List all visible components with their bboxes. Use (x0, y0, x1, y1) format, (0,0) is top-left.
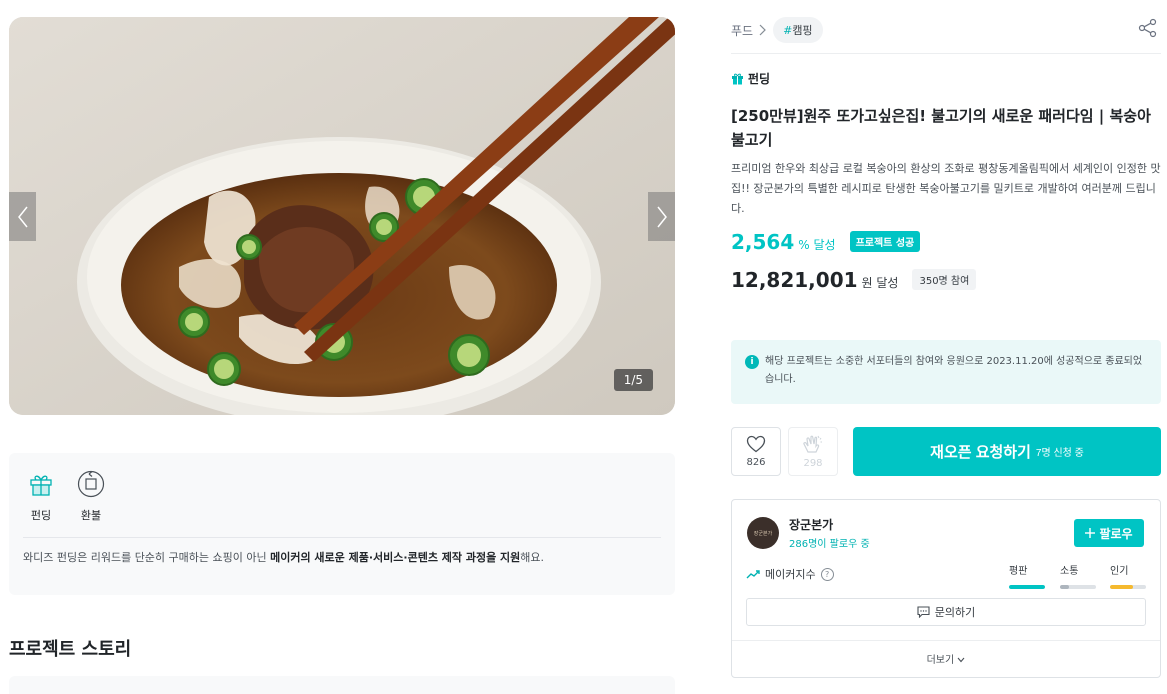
gallery-next-button[interactable] (648, 192, 675, 241)
chevron-right-icon (759, 24, 766, 36)
amount-unit: 원 달성 (861, 276, 899, 290)
metric-reputation: 평판 (1009, 562, 1045, 589)
metric-fill (1009, 585, 1045, 589)
chevron-left-icon (17, 206, 28, 227)
metric-fill (1060, 585, 1069, 589)
refund-info-item[interactable]: 환불 (74, 469, 108, 523)
info-icon: i (745, 355, 759, 369)
product-photo (9, 17, 675, 415)
funding-info-label: 펀딩 (30, 509, 52, 522)
project-title: [250만뷰]원주 또가고싶은집! 불고기의 새로운 패러다임 | 복숭아불고기 (731, 107, 1151, 149)
heart-icon (746, 435, 766, 453)
project-description: 프리미엄 한우와 최상급 로컬 복숭아의 환상의 조화로 평창동계올림픽에서 세… (731, 162, 1161, 215)
breadcrumb: 푸드 #캠핑 (731, 17, 823, 43)
share-icon[interactable] (1138, 18, 1158, 42)
like-button[interactable]: 826 (731, 427, 781, 476)
follow-label: 팔로우 (1099, 526, 1133, 541)
rate-value: 2,564 (731, 230, 795, 254)
rate-unit: % 달성 (798, 238, 836, 252)
card-divider (732, 640, 1160, 641)
refund-info-label: 환불 (80, 509, 102, 522)
achieved-amount: 12,821,001 원 달성 350명 참여 (731, 268, 977, 293)
top-divider (731, 53, 1161, 54)
notice-text: 해당 프로젝트는 소중한 서포터들의 참여와 응원으로 2023.11.20에 … (765, 356, 1143, 385)
like-count: 826 (746, 457, 766, 468)
funding-info-text: 와디즈 펀딩은 리워드를 단순히 구매하는 쇼핑이 아닌 메이커의 새로운 제품… (23, 549, 544, 565)
status-badge: 프로젝트 성공 (849, 231, 921, 252)
info-text-suffix: 해요. (520, 551, 545, 564)
gift-icon (26, 469, 56, 499)
metric-popularity: 인기 (1110, 562, 1146, 589)
maker-name[interactable]: 장군본가 (789, 516, 833, 533)
trend-icon (746, 570, 760, 579)
breadcrumb-category[interactable]: 푸드 (731, 22, 753, 39)
more-label: 더보기 (926, 655, 955, 666)
amount-value: 12,821,001 (731, 268, 858, 292)
metric-track (1110, 585, 1146, 589)
product-image-gallery[interactable]: 1/5 (9, 17, 675, 415)
help-icon[interactable]: ? (820, 567, 834, 581)
reopen-request-button[interactable]: 재오픈 요청하기 7명 신청 중 (853, 427, 1161, 476)
metric-track (1009, 585, 1045, 589)
funding-badge-label: 펀딩 (748, 72, 771, 86)
completion-notice: i 해당 프로젝트는 소중한 서포터들의 참여와 응원으로 2023.11.20… (731, 340, 1161, 404)
maker-index-label: 메이커지수 (765, 568, 816, 581)
metric-label: 인기 (1110, 566, 1129, 577)
metric-communication: 소통 (1060, 562, 1096, 589)
tag-hash: # (783, 24, 793, 37)
metric-fill (1110, 585, 1134, 589)
funding-info-item[interactable]: 펀딩 (24, 469, 58, 523)
refund-icon (76, 469, 106, 499)
inquiry-label: 문의하기 (934, 606, 976, 619)
plus-icon (1085, 528, 1096, 538)
tag-label: 캠핑 (792, 24, 813, 37)
metric-track (1060, 585, 1096, 589)
maker-index: 메이커지수 ? (746, 566, 834, 582)
clap-icon (803, 435, 822, 453)
reopen-sub-label: 7명 신청 중 (1035, 448, 1084, 459)
inquiry-button[interactable]: 문의하기 (746, 598, 1146, 626)
info-text-bold: 메이커의 새로운 제품·서비스·콘텐츠 제작 과정을 지원 (270, 551, 521, 564)
gallery-prev-button[interactable] (9, 192, 36, 241)
chevron-right-icon (656, 206, 667, 227)
maker-card: 장군본가 장군본가 286명이 팔로우 중 팔로우 메이커지수 ? 평판 소통 … (731, 499, 1161, 678)
avatar[interactable]: 장군본가 (747, 517, 779, 549)
metric-label: 평판 (1009, 566, 1028, 577)
chat-icon (917, 606, 930, 618)
clap-count: 298 (803, 458, 823, 469)
reopen-label: 재오픈 요청하기 (930, 444, 1031, 461)
funding-info-box: 펀딩 환불 와디즈 펀딩은 리워드를 단순히 구매하는 쇼핑이 아닌 메이커의 … (9, 453, 675, 595)
clap-button[interactable]: 298 (788, 427, 838, 476)
gallery-counter: 1/5 (613, 369, 653, 391)
achievement-rate: 2,564 % 달성 프로젝트 성공 (731, 230, 921, 255)
more-button[interactable]: 더보기 (732, 651, 1160, 666)
maker-followers: 286명이 팔로우 중 (789, 539, 870, 550)
chevron-down-icon (957, 657, 965, 663)
info-divider (23, 537, 661, 538)
avatar-logo-text: 장군본가 (753, 530, 773, 537)
story-title: 프로젝트 스토리 (9, 639, 132, 660)
info-text-prefix: 와디즈 펀딩은 리워드를 단순히 구매하는 쇼핑이 아닌 (23, 551, 271, 564)
gift-icon (732, 73, 743, 85)
story-content-box (9, 676, 675, 694)
metric-label: 소통 (1060, 566, 1079, 577)
follow-button[interactable]: 팔로우 (1074, 519, 1144, 547)
funding-badge: 펀딩 (731, 70, 770, 87)
backers-badge: 350명 참여 (912, 269, 977, 290)
tag-chip[interactable]: #캠핑 (773, 17, 823, 43)
